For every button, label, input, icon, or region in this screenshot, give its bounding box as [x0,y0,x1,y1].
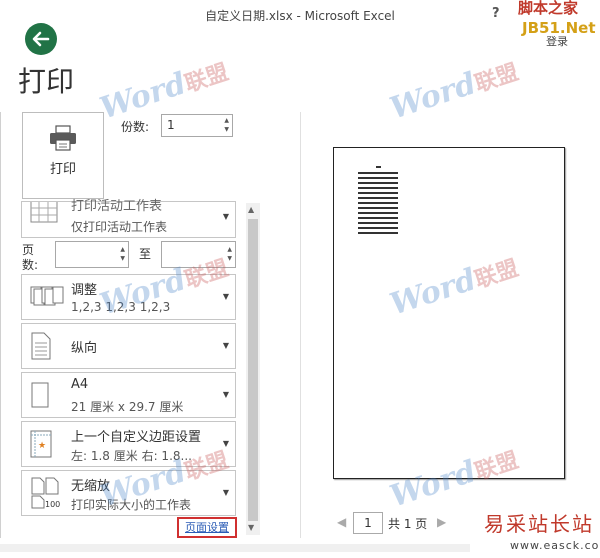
collate-sub: 1,2,3 1,2,3 1,2,3 [71,300,171,314]
copies-label: 份数: [121,120,150,134]
pages-from-input[interactable]: ▲ ▼ [55,241,129,268]
copies-stepper[interactable]: 1 ▲ ▼ [161,114,233,137]
help-button[interactable]: ? [492,6,500,21]
worksheet-icon [30,202,58,223]
copies-value: 1 [167,118,175,132]
watermark-site-url: www.easck.com [510,539,600,552]
spin-down-icon[interactable]: ▼ [120,256,125,262]
print-button-label: 打印 [49,162,76,177]
chevron-down-icon: ▼ [222,439,229,448]
chevron-down-icon: ▼ [222,212,229,221]
spin-up-icon[interactable]: ▲ [227,247,232,253]
spin-up-icon[interactable]: ▲ [224,118,229,124]
scrollbar-thumb[interactable] [248,219,258,521]
watermark-site-top: 脚本之家 [518,0,579,17]
page-setup-link[interactable]: 页面设置 [177,517,237,538]
scaling-title: 无缩放 [71,479,111,494]
paper-size-sub: 21 厘米 x 29.7 厘米 [71,400,184,414]
prev-page-button[interactable]: ◀ [337,515,346,529]
print-button[interactable]: 打印 [22,112,104,199]
margins-icon: ★ [30,430,52,458]
scroll-down-icon[interactable]: ▼ [248,523,254,532]
arrow-left-icon [32,31,50,47]
spin-up-icon[interactable]: ▲ [120,247,125,253]
spin-down-icon[interactable]: ▼ [227,256,232,262]
collate-dropdown[interactable]: 调整 1,2,3 1,2,3 1,2,3 ▼ [21,274,236,320]
chevron-down-icon: ▼ [222,292,229,301]
chevron-down-icon: ▼ [222,390,229,399]
print-scope-sub: 仅打印活动工作表 [71,220,168,234]
no-scaling-icon: 100 [31,477,60,509]
svg-text:100: 100 [45,500,60,509]
collate-icon [30,286,64,306]
window-title: 自定义日期.xlsx - Microsoft Excel [205,9,395,23]
status-strip [0,544,470,552]
pages-to-label: 至 [139,247,152,261]
watermark-site-bottom: 易采站长站 [484,512,594,536]
watermark: Word联盟 [385,60,522,127]
settings-scrollbar[interactable]: ▲ ▼ [246,203,260,535]
orientation-value: 纵向 [71,341,98,356]
paper-icon [31,382,49,408]
chevron-down-icon: ▼ [222,488,229,497]
divider [0,112,1,538]
svg-text:★: ★ [38,441,46,451]
orientation-dropdown[interactable]: 纵向 ▼ [21,323,236,369]
margins-dropdown[interactable]: ★ 上一个自定义边距设置 左: 1.8 厘米 右: 1.8... ▼ [21,421,236,467]
panel-divider [300,112,301,538]
scaling-sub: 打印实际大小的工作表 [71,498,192,512]
spin-down-icon[interactable]: ▼ [224,127,229,133]
next-page-button[interactable]: ▶ [437,515,446,529]
back-button[interactable] [25,23,57,55]
print-preview-page [333,147,565,479]
page-title: 打印 [18,65,75,98]
margins-title: 上一个自定义边距设置 [71,430,202,445]
scaling-dropdown[interactable]: 100 无缩放 打印实际大小的工作表 ▼ [21,470,236,516]
collate-title: 调整 [71,283,98,298]
print-scope-title: 打印活动工作表 [71,199,163,214]
margins-sub: 左: 1.8 厘米 右: 1.8... [71,449,192,463]
page-number-input[interactable]: 1 [353,512,383,534]
preview-content-thumbnail [358,166,398,234]
paper-size-title: A4 [71,377,89,392]
paper-size-dropdown[interactable]: A4 21 厘米 x 29.7 厘米 ▼ [21,372,236,418]
print-scope-dropdown[interactable]: 打印活动工作表 仅打印活动工作表 ▼ [21,199,236,238]
chevron-down-icon: ▼ [222,341,229,350]
pages-label-2: 数: [22,258,39,272]
printer-icon [50,125,76,151]
pages-to-input[interactable]: ▲ ▼ [161,241,236,268]
total-pages-label: 共 1 页 [388,517,428,531]
portrait-page-icon [31,332,51,360]
sign-in-link[interactable]: 登录 [546,33,568,49]
scroll-up-icon[interactable]: ▲ [248,205,254,214]
